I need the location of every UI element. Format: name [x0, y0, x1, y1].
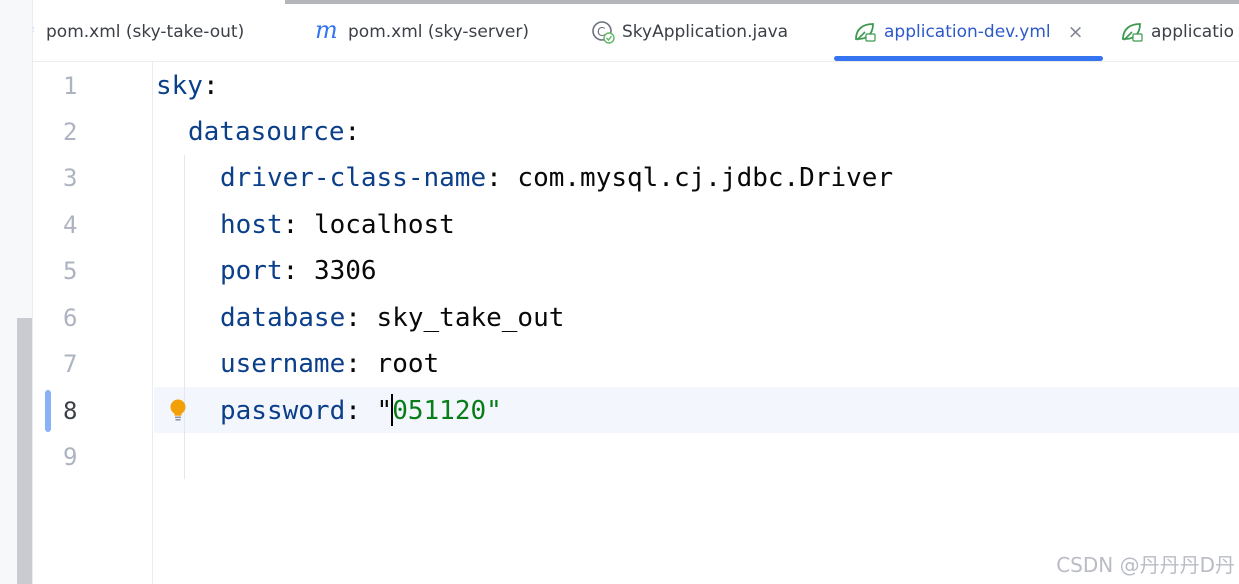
- tab-label: applicatio: [1151, 22, 1234, 42]
- svg-text:ⁿ: ⁿ: [33, 22, 34, 42]
- yaml-colon: :: [345, 303, 377, 333]
- tab-label: application-dev.yml: [884, 22, 1051, 42]
- yaml-value: com.mysql.cj.jdbc.Driver: [517, 163, 894, 193]
- yaml-value: sky_take_out: [376, 303, 565, 333]
- yaml-colon: :: [486, 163, 518, 193]
- code-line-8: password: "051120": [220, 388, 502, 434]
- line-number: 2: [63, 118, 78, 146]
- line-number: 7: [63, 350, 78, 378]
- yaml-colon: :: [202, 71, 219, 101]
- active-tab-indicator: [834, 56, 1103, 61]
- yaml-colon: :: [344, 117, 361, 147]
- lightbulb-icon[interactable]: [168, 398, 188, 422]
- line-number: 9: [63, 443, 78, 471]
- tabbar-top-border: [285, 0, 1239, 4]
- code-line-2: datasource:: [188, 109, 360, 155]
- yaml-colon: :: [345, 396, 377, 426]
- string-quote-open: ": [376, 396, 393, 426]
- yaml-key: username: [220, 349, 346, 379]
- tab-label: pom.xml (sky-take-out): [46, 22, 245, 42]
- maven-icon: m: [315, 21, 341, 43]
- tab-pom-sky-take-out[interactable]: ⁿ pom.xml (sky-take-out): [33, 14, 244, 50]
- left-scrollbar[interactable]: [17, 318, 32, 584]
- maven-icon: ⁿ: [33, 22, 39, 42]
- tab-application-yml[interactable]: applicatio: [1120, 14, 1234, 50]
- tab-sky-application-java[interactable]: C SkyApplication.java: [591, 14, 788, 50]
- indent-guide: [184, 155, 185, 479]
- yaml-key: password: [220, 396, 346, 426]
- tab-application-dev-yml[interactable]: application-dev.yml ×: [853, 14, 1084, 50]
- code-line-5: port: 3306: [220, 248, 377, 294]
- code-line-1: sky:: [156, 63, 219, 109]
- code-line-3: driver-class-name: com.mysql.cj.jdbc.Dri…: [220, 155, 893, 201]
- line-number: 3: [63, 164, 78, 192]
- watermark: CSDN @丹丹丹D丹: [1056, 553, 1235, 577]
- yaml-key: datasource: [188, 117, 345, 147]
- code-editor[interactable]: sky: datasource: driver-class-name: com.…: [154, 62, 1239, 584]
- svg-text:m: m: [315, 21, 338, 43]
- string-quote-close: ": [486, 396, 502, 426]
- editor-tab-bar: ⁿ pom.xml (sky-take-out) m pom.xml (sky-…: [33, 0, 1239, 62]
- tab-label: pom.xml (sky-server): [348, 22, 529, 42]
- yaml-key: driver-class-name: [220, 163, 487, 193]
- yaml-key: database: [220, 303, 346, 333]
- spring-yaml-icon: [853, 21, 877, 43]
- spring-yaml-icon: [1120, 21, 1144, 43]
- line-number: 4: [63, 211, 78, 239]
- yaml-value: root: [376, 349, 440, 379]
- code-line-4: host: localhost: [220, 202, 455, 248]
- yaml-value: 3306: [313, 256, 377, 286]
- spring-class-icon: C: [591, 20, 615, 44]
- line-number-current: 8: [63, 397, 78, 425]
- yaml-string-value: 051120: [392, 396, 487, 426]
- yaml-key: port: [220, 256, 283, 286]
- vcs-change-marker[interactable]: [45, 390, 51, 432]
- tab-pom-sky-server[interactable]: m pom.xml (sky-server): [315, 14, 529, 50]
- line-number: 6: [63, 304, 78, 332]
- yaml-value: localhost: [313, 210, 455, 240]
- yaml-colon: :: [345, 349, 377, 379]
- yaml-key: host: [220, 210, 283, 240]
- code-line-7: username: root: [220, 341, 439, 387]
- tab-label: SkyApplication.java: [622, 22, 789, 42]
- yaml-key: sky: [156, 71, 203, 101]
- close-icon[interactable]: ×: [1068, 21, 1084, 43]
- line-number-gutter[interactable]: 1 2 3 4 5 6 7 8 9: [33, 62, 153, 584]
- yaml-colon: :: [282, 210, 314, 240]
- text-caret: [391, 393, 394, 426]
- code-line-6: database: sky_take_out: [220, 295, 564, 341]
- line-number: 1: [63, 72, 78, 100]
- yaml-colon: :: [282, 256, 314, 286]
- line-number: 5: [63, 257, 78, 285]
